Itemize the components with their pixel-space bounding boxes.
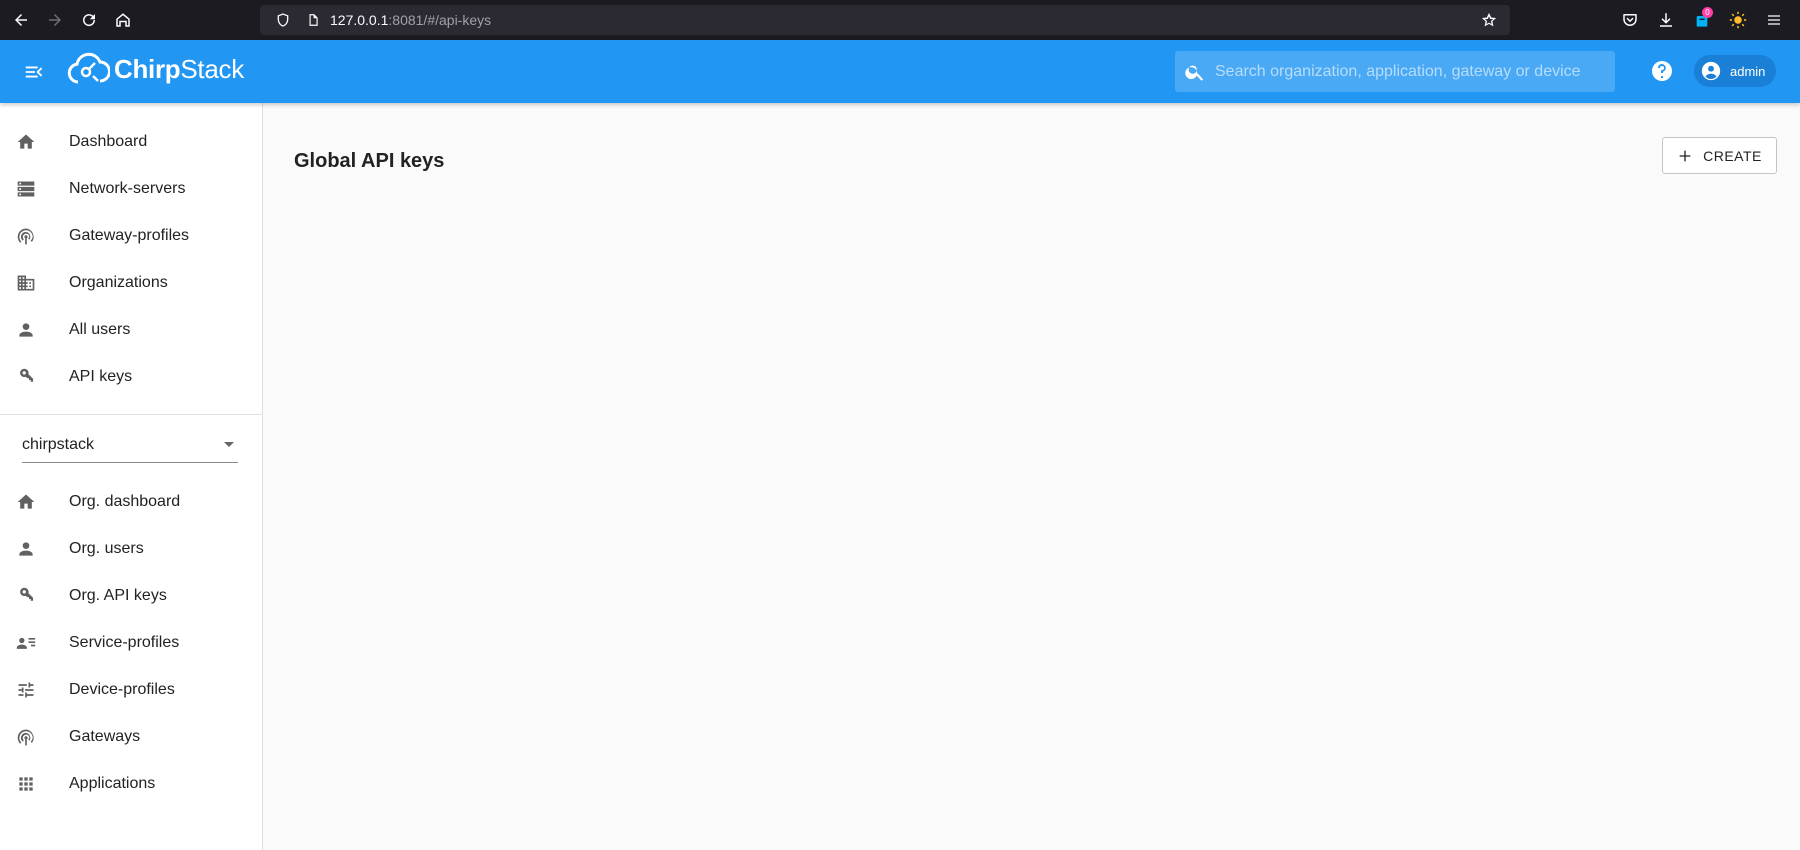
- app-header: ChirpStack admin: [0, 40, 1800, 103]
- sidebar-item-gateways[interactable]: Gateways: [0, 713, 262, 760]
- logo-text-bold: Chirp: [114, 53, 181, 84]
- org-nav: Org. dashboard Org. users Org. API keys …: [0, 463, 262, 807]
- create-button-label: CREATE: [1703, 147, 1762, 164]
- forward-icon[interactable]: [38, 0, 72, 40]
- url-host: 127.0.0.1: [330, 12, 389, 28]
- sidebar-item-org-api-keys[interactable]: Org. API keys: [0, 572, 262, 619]
- sidebar-item-label: Organizations: [69, 273, 168, 291]
- url-text[interactable]: 127.0.0.1:8081/#/api-keys: [330, 12, 491, 28]
- sidebar-item-label: Device-profiles: [69, 680, 175, 698]
- pocket-icon[interactable]: [1614, 4, 1646, 36]
- sidebar-item-label: Service-profiles: [69, 633, 180, 651]
- sidebar-item-api-keys[interactable]: API keys: [0, 353, 262, 400]
- sidebar-item-org-users[interactable]: Org. users: [0, 525, 262, 572]
- page-icon: [298, 12, 328, 28]
- person-icon: [16, 539, 36, 559]
- user-menu-button[interactable]: admin: [1694, 55, 1776, 87]
- global-nav: Dashboard Network-servers Gateway-profil…: [0, 103, 262, 400]
- sidebar-item-label: API keys: [69, 367, 133, 385]
- page-title: Global API keys: [294, 150, 445, 172]
- chirpstack-logo[interactable]: ChirpStack: [66, 50, 244, 88]
- sidebar-divider: [0, 414, 262, 415]
- account-circle-icon: [1701, 61, 1721, 81]
- antenna-icon: [16, 226, 36, 246]
- browser-toolbar: 127.0.0.1:8081/#/api-keys 0: [0, 0, 1800, 40]
- home-icon: [16, 492, 36, 512]
- sidebar-item-label: Org. dashboard: [69, 492, 181, 510]
- hamburger-menu-icon[interactable]: [1758, 4, 1790, 36]
- sidebar-item-label: Network-servers: [69, 179, 186, 197]
- account-details-icon: [16, 633, 36, 653]
- caret-down-icon: [224, 442, 234, 447]
- sidebar-item-label: Gateways: [69, 727, 141, 745]
- sidebar-item-all-users[interactable]: All users: [0, 306, 262, 353]
- url-path: :8081/#/api-keys: [388, 12, 492, 28]
- tune-icon: [16, 680, 36, 700]
- sidebar-item-service-profiles[interactable]: Service-profiles: [0, 619, 262, 666]
- reload-icon[interactable]: [72, 0, 106, 40]
- extension-icon[interactable]: 0: [1686, 4, 1718, 36]
- sidebar: Dashboard Network-servers Gateway-profil…: [0, 103, 263, 850]
- create-button[interactable]: CREATE: [1662, 137, 1777, 174]
- organization-select[interactable]: chirpstack: [22, 427, 238, 463]
- help-icon[interactable]: [1650, 59, 1674, 83]
- building-icon: [16, 273, 36, 293]
- notification-badge: 0: [1702, 7, 1713, 18]
- sidebar-item-dashboard[interactable]: Dashboard: [0, 118, 262, 165]
- logo-text-thin: Stack: [180, 53, 244, 84]
- antenna-icon: [16, 727, 36, 747]
- address-bar[interactable]: 127.0.0.1:8081/#/api-keys: [260, 5, 1510, 35]
- key-icon: [16, 367, 36, 387]
- search-input[interactable]: [1215, 62, 1605, 81]
- username-label: admin: [1730, 63, 1766, 79]
- download-icon[interactable]: [1650, 4, 1682, 36]
- sidebar-item-label: Org. API keys: [69, 586, 167, 604]
- organization-select-value: chirpstack: [22, 435, 95, 453]
- sidebar-item-network-servers[interactable]: Network-servers: [0, 165, 262, 212]
- plus-icon: [1679, 150, 1691, 161]
- sidebar-item-label: Dashboard: [69, 132, 148, 150]
- sun-icon[interactable]: [1722, 4, 1754, 36]
- sidebar-item-label: All users: [69, 320, 131, 338]
- shield-icon[interactable]: [268, 12, 298, 28]
- global-search[interactable]: [1175, 51, 1615, 92]
- bookmark-star-icon[interactable]: [1480, 11, 1498, 34]
- sidebar-item-label: Org. users: [69, 539, 144, 557]
- key-icon: [16, 586, 36, 606]
- sidebar-item-device-profiles[interactable]: Device-profiles: [0, 666, 262, 713]
- sidebar-item-gateway-profiles[interactable]: Gateway-profiles: [0, 212, 262, 259]
- main-content: Global API keys CREATE: [263, 103, 1800, 850]
- search-icon: [1175, 61, 1215, 83]
- sidebar-item-applications[interactable]: Applications: [0, 760, 262, 807]
- home-icon: [16, 132, 36, 152]
- sidebar-item-label: Applications: [69, 774, 156, 792]
- person-icon: [16, 320, 36, 340]
- sidebar-item-org-dashboard[interactable]: Org. dashboard: [0, 478, 262, 525]
- apps-icon: [16, 774, 36, 794]
- menu-collapse-icon[interactable]: [20, 58, 48, 86]
- sidebar-item-organizations[interactable]: Organizations: [0, 259, 262, 306]
- home-icon[interactable]: [106, 0, 140, 40]
- server-icon: [16, 179, 36, 199]
- cloud-logo-icon: [67, 52, 110, 84]
- sidebar-item-label: Gateway-profiles: [69, 226, 190, 244]
- back-icon[interactable]: [4, 0, 38, 40]
